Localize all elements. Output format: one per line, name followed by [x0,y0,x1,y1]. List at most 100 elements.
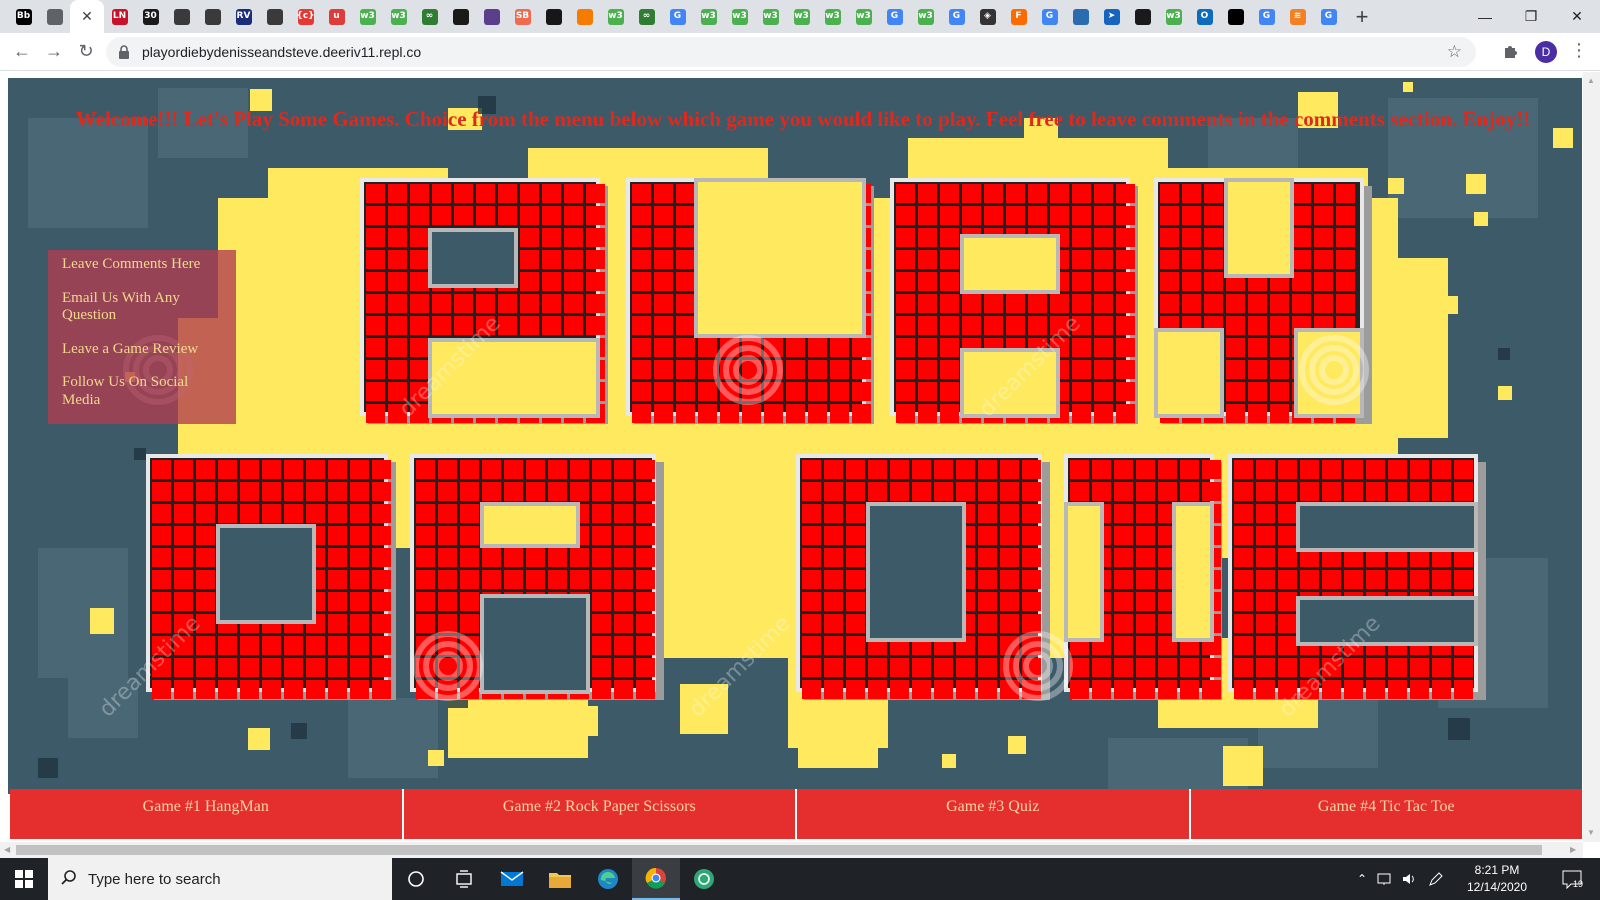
browser-tab[interactable] [39,0,70,33]
letter-l-cell [808,338,827,357]
menu-item-social-media[interactable]: Follow Us On Social Media [62,374,226,409]
browser-tab[interactable]: SB [507,0,538,33]
profile-avatar[interactable]: D [1535,41,1557,63]
vertical-scrollbar[interactable]: ▲ ▼ [1583,72,1600,842]
horizontal-scrollbar[interactable]: ◀ ▶ [0,842,1583,858]
letter-a-cell [1094,272,1113,291]
letter-a-cell [1028,184,1047,203]
game-tic-tac-toe-link[interactable]: Game #4 Tic Tac Toe [1190,789,1582,839]
browser-tab[interactable]: Bb [8,0,39,33]
browser-tab[interactable]: G [1313,0,1344,33]
browser-tab[interactable] [569,0,600,33]
app-green-icon[interactable] [680,858,728,900]
letter-e-cell [1256,504,1275,523]
letter-o-cell [306,460,325,479]
letter-d-cell [802,680,821,699]
back-button[interactable]: ← [6,36,38,68]
browser-tab[interactable]: G [941,0,972,33]
game-rock-paper-scissors-link[interactable]: Game #2 Rock Paper Scissors [403,789,797,839]
menu-item-email-us[interactable]: Email Us With Any Question [62,290,226,325]
browser-tab[interactable]: w3 [817,0,848,33]
minimize-button[interactable]: — [1462,0,1508,33]
cortana-circle-icon[interactable] [392,858,440,900]
edge-icon[interactable] [584,858,632,900]
pen-icon[interactable] [1424,858,1448,900]
browser-tab[interactable]: ➤ [1096,0,1127,33]
letter-o-cell [152,460,171,479]
taskbar-search-box[interactable]: Type here to search [48,858,392,900]
browser-tab[interactable] [538,0,569,33]
chrome-taskbar-icon[interactable] [632,858,680,900]
browser-tab[interactable]: 30 [135,0,166,33]
browser-tab[interactable] [445,0,476,33]
page-viewport: dreamstime dreamstime dreamstime dreamstime… [0,72,1600,858]
maximize-button[interactable]: ❐ [1508,0,1554,33]
browser-tab[interactable]: u [321,0,352,33]
file-explorer-icon[interactable] [536,858,584,900]
browser-tab[interactable] [259,0,290,33]
letter-p-cell [586,272,605,291]
close-window-button[interactable]: ✕ [1554,0,1600,33]
bookmark-star-icon[interactable]: ☆ [1447,42,1462,62]
network-icon[interactable] [1374,858,1398,900]
browser-tab[interactable]: w3 [910,0,941,33]
letter-p-cell [498,206,517,225]
browser-tab[interactable]: w3 [848,0,879,33]
browser-tab[interactable] [1127,0,1158,33]
taskbar-clock[interactable]: 8:21 PM 12/14/2020 [1462,862,1532,896]
browser-tab[interactable] [1065,0,1096,33]
browser-tab[interactable]: w3 [352,0,383,33]
menu-item-leave-comments[interactable]: Leave Comments Here [62,256,226,274]
notification-center-icon[interactable]: 19 [1552,858,1592,900]
hex-icon [452,8,469,25]
letter-a-hole [964,238,1056,290]
game-hangman-link[interactable]: Game #1 HangMan [10,789,404,839]
browser-tab[interactable]: G [1251,0,1282,33]
browser-tab[interactable]: G [1034,0,1065,33]
browser-tab[interactable]: w3 [693,0,724,33]
browser-tab[interactable]: LN [104,0,135,33]
browser-tab[interactable]: RV [228,0,259,33]
letter-o-cell [372,636,391,655]
browser-tab[interactable]: w3 [383,0,414,33]
browser-tab[interactable]: w3 [755,0,786,33]
menu-item-game-review[interactable]: Leave a Game Review [62,341,226,359]
browser-tab[interactable]: ∞ [414,0,445,33]
browser-tab[interactable]: ◈ [972,0,1003,33]
browser-tab[interactable]: ∞ [631,0,662,33]
browser-tab[interactable] [1220,0,1251,33]
task-view-icon[interactable] [440,858,488,900]
browser-tab[interactable]: w3 [600,0,631,33]
start-button[interactable] [0,858,48,900]
letter-p-cell [520,228,539,247]
letter-e-cell [1300,570,1319,589]
active-tab-close-button[interactable]: ✕ [70,0,104,33]
volume-icon[interactable] [1398,858,1422,900]
browser-tab[interactable]: w3 [1158,0,1189,33]
browser-tab[interactable]: O [1189,0,1220,33]
browser-tab[interactable]: {c} [290,0,321,33]
reload-button[interactable]: ↻ [70,36,102,68]
browser-tab[interactable] [166,0,197,33]
browser-tab[interactable]: w3 [786,0,817,33]
forward-button[interactable]: → [38,36,70,68]
mail-icon[interactable] [488,858,536,900]
browser-tab[interactable]: ≋ [1282,0,1313,33]
browser-tab[interactable] [476,0,507,33]
browser-tab[interactable]: F [1003,0,1034,33]
letter-e-cell [1366,460,1385,479]
address-bar[interactable]: playordiebydenisseandsteve.deeriv11.repl… [106,37,1476,67]
horizontal-scroll-thumb[interactable] [16,845,1542,855]
bb-icon: Bb [15,8,32,25]
browser-tab[interactable]: w3 [724,0,755,33]
browser-tab[interactable]: G [662,0,693,33]
stack-icon: ≋ [1289,8,1306,25]
game-quiz-link[interactable]: Game #3 Quiz [797,789,1191,839]
browser-tab[interactable]: G [879,0,910,33]
tray-chevron-icon[interactable]: ⌃ [1352,858,1372,900]
menu-kebab-icon[interactable]: ⋮ [1570,40,1588,61]
letter-r-cell [592,636,611,655]
new-tab-button[interactable]: + [1348,3,1376,31]
extensions-puzzle-icon[interactable] [1502,42,1522,62]
browser-tab[interactable] [197,0,228,33]
